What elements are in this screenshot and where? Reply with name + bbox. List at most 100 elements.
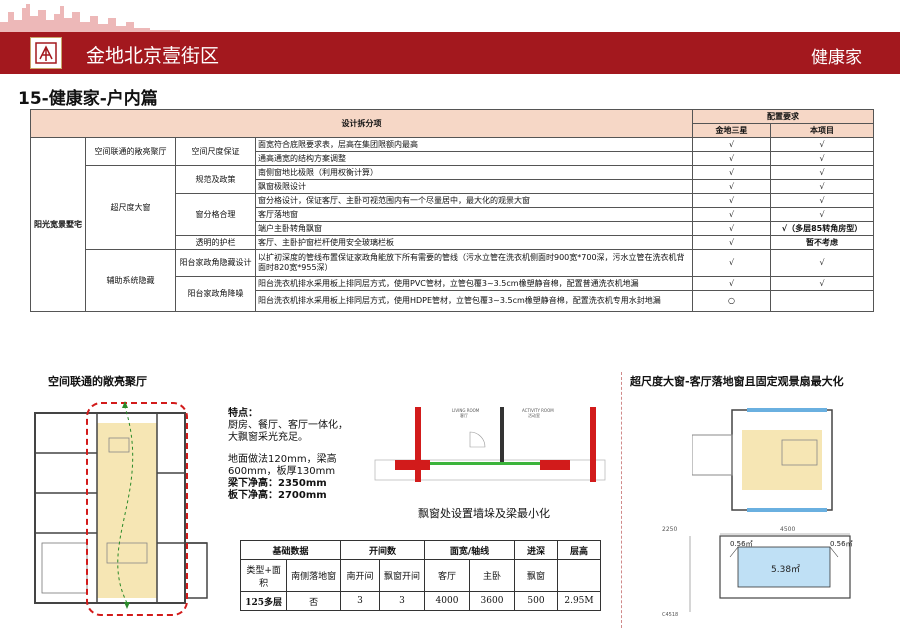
data-sub: 飘窗开间	[379, 559, 425, 592]
data-value: 3	[379, 591, 425, 611]
sub-cell: 透明的护栏	[175, 235, 256, 250]
row-text: 通高通宽的结构方案调整	[255, 151, 693, 166]
data-sub: 类型+面积	[239, 559, 288, 592]
row-text: 客厅、主卧护窗栏杆使用安全玻璃栏板	[255, 235, 693, 250]
diagram-caption: 飘窗处设置墙垛及梁最小化	[418, 507, 550, 520]
table-row: 阳光宽景墅宅 空间联通的敞亮聚厅 空间尺度保证 面宽符合底限要求表，层高在集团限…	[30, 137, 874, 312]
row-mark-a: √	[692, 193, 771, 208]
row-mark-a: √	[692, 165, 771, 180]
row-mark-a: ○	[692, 290, 771, 312]
row-mark-b	[770, 290, 874, 312]
data-sub: 飘窗	[514, 559, 558, 592]
row-mark-a: √	[692, 276, 771, 291]
data-sub: 客厅	[424, 559, 470, 592]
data-sub: 主卧	[469, 559, 515, 592]
dim-top-label: 4500	[780, 526, 795, 533]
sub-cell: 规范及政策	[175, 165, 256, 194]
group-cell: 超尺度大窗	[85, 165, 176, 250]
row-mark-b: √	[770, 193, 874, 208]
row-text: 阳台洗衣机排水采用板上排同层方式，使用HDPE管材，立管包覆3~3.5cm橡塑静…	[255, 290, 693, 312]
table-head-col2: 本项目	[770, 123, 874, 138]
row-mark-a: √	[692, 207, 771, 222]
row-mark-b: √	[770, 276, 874, 291]
table-head-design: 设计拆分项	[30, 109, 693, 138]
skyline-graphic	[0, 4, 180, 32]
features-text: 特点： 厨房、餐厅、客厅一体化， 大飘窗采光充足。 地面做法120mm，梁高 6…	[228, 408, 348, 502]
floor-plan-image	[27, 393, 222, 618]
data-head: 面宽/轴线	[424, 540, 515, 560]
living-label-cn: 客厅	[460, 412, 468, 418]
features-line: 大飘窗采光充足。	[228, 432, 308, 443]
window-section-diagram: LIVING ROOM 客厅 ACTIVITY ROOM 活动室	[374, 407, 606, 482]
section-title-left: 空间联通的敞亮聚厅	[48, 375, 147, 388]
row-text: 以扩初深度的管线布置保证家政角能放下所有需要的管线（污水立管在洗衣机侧面时900…	[255, 249, 693, 277]
row-mark-b: √（多层85转角房型）	[770, 221, 874, 236]
category-cell: 阳光宽景墅宅	[30, 137, 86, 312]
group-cell: 辅助系统隐藏	[85, 249, 176, 312]
activity-label-cn: 活动室	[528, 412, 540, 418]
data-head: 开间数	[340, 540, 425, 560]
row-mark-b: √	[770, 165, 874, 180]
row-mark-b: √	[770, 151, 874, 166]
data-head: 层高	[557, 540, 601, 560]
sub-cell: 阳台家政角隐藏设计	[175, 249, 256, 277]
data-head: 基础数据	[240, 540, 341, 560]
row-mark-a: √	[692, 137, 771, 152]
design-table: 设计拆分项 配置要求 金地三星 本项目 阳光宽景墅宅 空间联通的敞亮聚厅 空间尺…	[30, 109, 874, 312]
section-divider	[621, 372, 622, 628]
row-mark-b: √	[770, 207, 874, 222]
row-mark-a: √	[692, 235, 771, 250]
table-row: 辅助系统隐藏 阳台家政角隐藏设计 以扩初深度的管线布置保证家政角能放下所有需要的…	[31, 249, 874, 312]
data-sub: 南侧落地窗	[286, 559, 341, 592]
features-heading: 特点：	[228, 408, 258, 419]
table-head-config: 配置要求	[692, 109, 874, 124]
row-text: 面宽符合底限要求表，层高在集团限额内最高	[255, 137, 693, 152]
row-text: 阳台洗衣机排水采用板上排同层方式，使用PVC管材，立管包覆3~3.5cm橡塑静音…	[255, 276, 693, 291]
table-row: 超尺度大窗 规范及政策 南侧窗地比极限（利用权衡计算） √ √	[31, 165, 874, 250]
row-mark-a: √	[692, 221, 771, 236]
data-head: 进深	[514, 540, 558, 560]
data-value: 3600	[469, 591, 515, 611]
area-right-label: 0.56㎡	[830, 540, 853, 548]
data-value: 125多层	[239, 591, 288, 611]
data-value: 否	[286, 591, 341, 611]
row-mark-a: √	[692, 151, 771, 166]
data-value: 2.95M	[557, 591, 601, 611]
brand-label: 健康家	[811, 48, 862, 68]
dim-left-label: 2250	[662, 526, 677, 533]
features-line: 地面做法120mm，梁高	[228, 454, 337, 465]
features-line: 梁下净高：2350mm	[228, 478, 327, 489]
table-head-col1: 金地三星	[692, 123, 771, 138]
sub-cell: 空间尺度保证	[175, 137, 256, 166]
row-text: 飘窗极限设计	[255, 179, 693, 194]
window-code-label: C4518	[662, 612, 678, 618]
features-line: 厨房、餐厅、客厅一体化，	[228, 420, 348, 431]
row-text: 窗分格设计，保证客厅、主卧可视范围内有一个尽量居中，最大化的观景大窗	[255, 193, 693, 208]
data-value: 4000	[424, 591, 470, 611]
row-text: 南侧窗地比极限（利用权衡计算）	[255, 165, 693, 180]
row-text: 客厅落地窗	[255, 207, 693, 222]
data-value: 500	[514, 591, 558, 611]
group-cell: 空间联通的敞亮聚厅	[85, 137, 176, 166]
data-value: 3	[340, 591, 380, 611]
project-name: 金地北京壹街区	[86, 45, 220, 67]
row-mark-b: √	[770, 179, 874, 194]
section-title-right: 超尺度大窗-客厅落地窗且固定观景扇最大化	[630, 375, 844, 388]
features-line: 板下净高：2700mm	[228, 490, 327, 501]
data-sub: 南开间	[340, 559, 380, 592]
corner-room-plan	[692, 408, 833, 512]
row-mark-b: √	[770, 249, 874, 277]
sub-cell: 阳台家政角降噪	[175, 276, 256, 312]
logo-icon	[30, 37, 62, 69]
area-left-label: 0.56㎡	[730, 540, 753, 548]
window-area-plan: 2250 4500 0.56㎡ 0.56㎡ 5.38㎡ C4518	[662, 526, 853, 618]
area-center-label: 5.38㎡	[771, 564, 800, 575]
sub-cell: 窗分格合理	[175, 193, 256, 236]
features-line: 600mm，板厚130mm	[228, 466, 336, 477]
row-mark-a: √	[692, 249, 771, 277]
row-mark-b: √	[770, 137, 874, 152]
basic-data-table: 基础数据 开间数 面宽/轴线 进深 层高 类型+面积 南侧落地窗 南开间 飘窗开…	[239, 540, 601, 611]
page-title: 15-健康家-户内篇	[18, 89, 158, 109]
row-text: 端户主卧转角飘窗	[255, 221, 693, 236]
row-mark-a: √	[692, 179, 771, 194]
